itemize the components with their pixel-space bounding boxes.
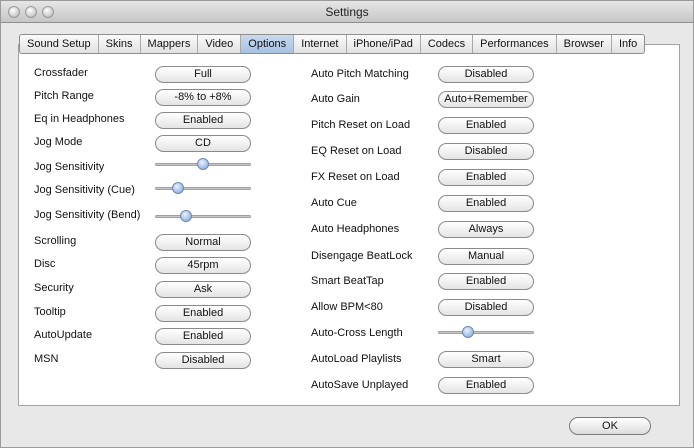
msn-button[interactable]: Disabled — [155, 352, 251, 369]
crossfader-button[interactable]: Full — [155, 66, 251, 83]
jog-sensitivity-label: Jog Sensitivity — [34, 161, 105, 173]
eq-reset-label: EQ Reset on Load — [311, 145, 402, 157]
auto-headphones-button[interactable]: Always — [438, 221, 534, 238]
options-panel: Crossfader Full Pitch Range -8% to +8% E… — [18, 44, 680, 406]
tab-internet[interactable]: Internet — [294, 35, 347, 53]
tooltip-label: Tooltip — [34, 306, 66, 318]
autoload-playlists-button[interactable]: Smart — [438, 351, 534, 368]
slider-track — [155, 187, 251, 190]
eq-reset-button[interactable]: Disabled — [438, 143, 534, 160]
disc-label: Disc — [34, 258, 56, 270]
jog-sensitivity-slider[interactable] — [155, 158, 251, 170]
tab-browser[interactable]: Browser — [557, 35, 612, 53]
disengage-beatlock-label: Disengage BeatLock — [311, 250, 413, 262]
pitch-reset-label: Pitch Reset on Load — [311, 119, 411, 131]
security-label: Security — [34, 282, 74, 294]
fx-reset-label: FX Reset on Load — [311, 171, 400, 183]
auto-gain-button[interactable]: Auto+Remember — [438, 91, 534, 108]
tab-video[interactable]: Video — [198, 35, 242, 53]
auto-pitch-matching-button[interactable]: Disabled — [438, 66, 534, 83]
tab-iphone-ipad[interactable]: iPhone/iPad — [347, 35, 421, 53]
window-title: Settings — [325, 5, 369, 19]
tab-mappers[interactable]: Mappers — [141, 35, 199, 53]
jog-sensitivity-cue-slider[interactable] — [155, 182, 251, 194]
auto-pitch-matching-label: Auto Pitch Matching — [311, 68, 409, 80]
security-button[interactable]: Ask — [155, 281, 251, 298]
tab-skins[interactable]: Skins — [99, 35, 141, 53]
disc-button[interactable]: 45rpm — [155, 257, 251, 274]
autoupdate-button[interactable]: Enabled — [155, 328, 251, 345]
crossfader-label: Crossfader — [34, 67, 88, 79]
tab-codecs[interactable]: Codecs — [421, 35, 474, 53]
pitch-range-button[interactable]: -8% to +8% — [155, 89, 251, 106]
auto-cross-length-slider[interactable] — [438, 326, 534, 338]
auto-cross-length-label: Auto-Cross Length — [311, 327, 403, 339]
smart-beattap-button[interactable]: Enabled — [438, 273, 534, 290]
scrolling-button[interactable]: Normal — [155, 234, 251, 251]
jog-sensitivity-bend-slider[interactable] — [155, 210, 251, 222]
slider-track — [438, 331, 534, 334]
scrolling-label: Scrolling — [34, 235, 77, 247]
pitch-range-label: Pitch Range — [34, 90, 94, 102]
allow-bpm-button[interactable]: Disabled — [438, 299, 534, 316]
tab-sound-setup[interactable]: Sound Setup — [20, 35, 99, 53]
auto-cue-button[interactable]: Enabled — [438, 195, 534, 212]
tooltip-button[interactable]: Enabled — [155, 305, 251, 322]
autosave-unplayed-button[interactable]: Enabled — [438, 377, 534, 394]
title-bar[interactable]: Settings — [1, 1, 693, 23]
slider-track — [155, 215, 251, 218]
tab-performances[interactable]: Performances — [473, 35, 557, 53]
msn-label: MSN — [34, 353, 59, 365]
slider-knob[interactable] — [197, 158, 209, 170]
jog-mode-button[interactable]: CD — [155, 135, 251, 152]
jog-sensitivity-cue-label: Jog Sensitivity (Cue) — [34, 184, 135, 196]
jog-mode-label: Jog Mode — [34, 136, 83, 148]
tab-options[interactable]: Options — [241, 35, 295, 53]
slider-knob[interactable] — [180, 210, 192, 222]
ok-button[interactable]: OK — [569, 417, 651, 435]
slider-knob[interactable] — [462, 326, 474, 338]
eq-headphones-button[interactable]: Enabled — [155, 112, 251, 129]
tab-info[interactable]: Info — [612, 35, 644, 53]
slider-knob[interactable] — [172, 182, 184, 194]
fx-reset-button[interactable]: Enabled — [438, 169, 534, 186]
autosave-unplayed-label: AutoSave Unplayed — [311, 379, 409, 391]
settings-window: Settings Sound Setup Skins Mappers Video… — [0, 0, 694, 448]
eq-headphones-label: Eq in Headphones — [34, 113, 125, 125]
smart-beattap-label: Smart BeatTap — [311, 275, 384, 287]
auto-headphones-label: Auto Headphones — [311, 223, 400, 235]
auto-cue-label: Auto Cue — [311, 197, 357, 209]
autoupdate-label: AutoUpdate — [34, 329, 93, 341]
auto-gain-label: Auto Gain — [311, 93, 360, 105]
jog-sensitivity-bend-label: Jog Sensitivity (Bend) — [34, 209, 141, 221]
pitch-reset-button[interactable]: Enabled — [438, 117, 534, 134]
autoload-playlists-label: AutoLoad Playlists — [311, 353, 402, 365]
disengage-beatlock-button[interactable]: Manual — [438, 248, 534, 265]
allow-bpm-label: Allow BPM<80 — [311, 301, 383, 313]
tab-bar: Sound Setup Skins Mappers Video Options … — [19, 34, 646, 54]
